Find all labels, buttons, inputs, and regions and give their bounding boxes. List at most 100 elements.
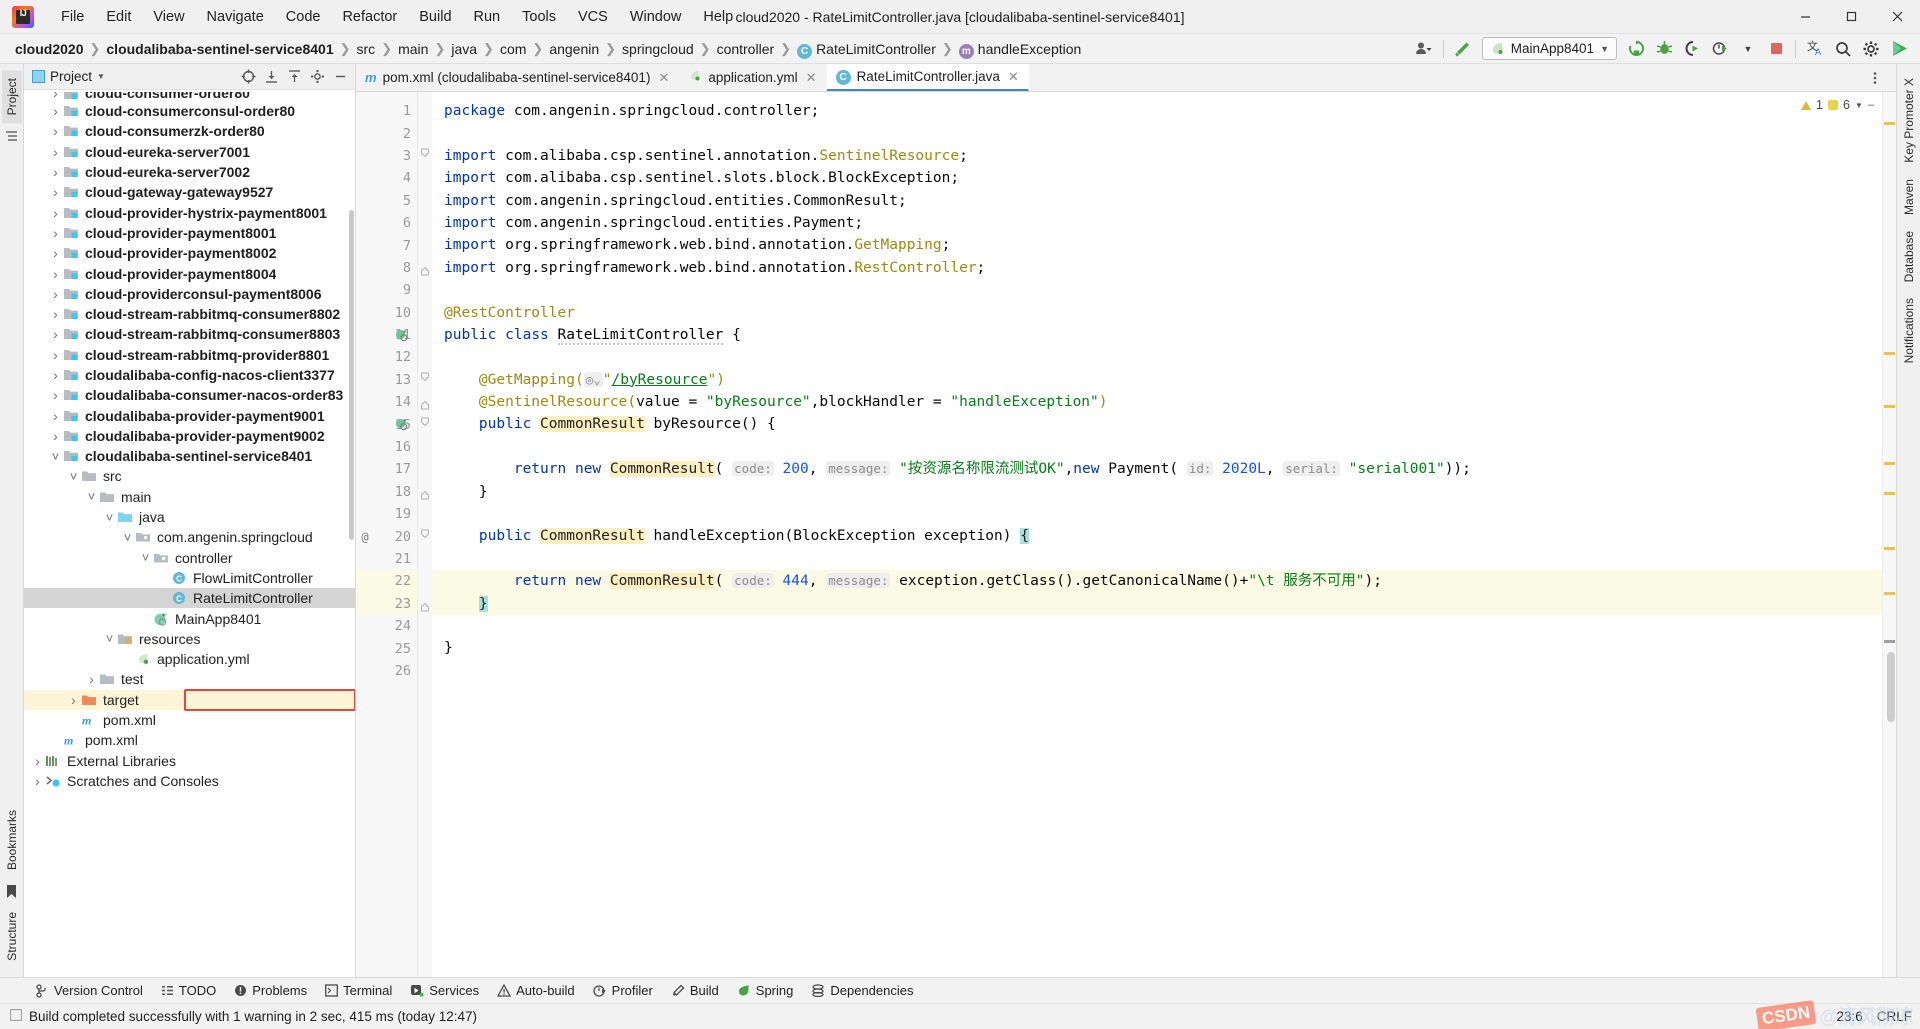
project-tree[interactable]: › cloud-consumer-order80 › cloud-consumerco…	[24, 90, 355, 977]
chevron-down-icon[interactable]: ˅	[84, 489, 99, 504]
run-with-coverage-icon[interactable]	[1679, 37, 1705, 61]
gutter-line-number[interactable]: 8	[356, 257, 417, 279]
code-line[interactable]	[432, 548, 1882, 570]
chevron-right-icon[interactable]: ›	[48, 164, 63, 180]
user-icon[interactable]	[1411, 37, 1437, 61]
breadcrumb-item-cloud2020[interactable]: cloud2020	[10, 40, 88, 58]
tree-row[interactable]: › cloudalibaba-config-nacos-client3377	[24, 365, 355, 385]
code-line[interactable]: }	[432, 481, 1882, 503]
chevron-down-icon[interactable]: ▼	[97, 72, 105, 81]
chevron-right-icon[interactable]: ›	[48, 367, 63, 383]
chevron-right-icon[interactable]: ›	[48, 387, 63, 403]
code-line[interactable]: import com.alibaba.csp.sentinel.slots.bl…	[432, 167, 1882, 189]
toolwindow-services[interactable]: Services	[402, 980, 487, 1001]
breadcrumb-item-class[interactable]: C RateLimitController	[792, 40, 941, 59]
tree-row[interactable]: ˅ cloudalibaba-sentinel-service8401	[24, 446, 355, 466]
code-line[interactable]: public CommonResult byResource() {	[432, 413, 1882, 435]
gutter-line-number[interactable]: 12	[356, 346, 417, 368]
menu-help[interactable]: Help	[692, 5, 744, 29]
tree-row[interactable]: m pom.xml	[24, 730, 355, 750]
menu-file[interactable]: File	[50, 5, 95, 29]
breadcrumb-item-controller[interactable]: controller	[712, 40, 780, 58]
chevron-down-icon[interactable]: ▼	[1735, 37, 1761, 61]
gutter-line-number[interactable]: 26	[356, 660, 417, 682]
chevron-down-icon[interactable]: ˅	[102, 510, 117, 525]
chevron-right-icon[interactable]: ›	[48, 408, 63, 424]
caret-position[interactable]: 23:6	[1836, 1009, 1862, 1024]
fold-marker[interactable]	[418, 391, 432, 413]
breadcrumb-item-method[interactable]: m handleException	[954, 40, 1087, 59]
tree-row[interactable]: MainApp8401	[24, 608, 355, 628]
code-line[interactable]: @GetMapping(◎⌄ "/byResource")	[432, 369, 1882, 391]
marker-scrollbar-thumb[interactable]	[1887, 652, 1895, 722]
sidebar-item-key-promoter-x[interactable]: Key Promoter X	[1899, 70, 1919, 171]
chevron-right-icon[interactable]: ›	[48, 428, 63, 444]
tree-row[interactable]: application.yml	[24, 649, 355, 669]
code-line[interactable]	[432, 503, 1882, 525]
annotation-gutter-icon[interactable]: @	[358, 530, 372, 544]
tree-row[interactable]: › cloud-providerconsul-payment8006	[24, 284, 355, 304]
gutter-line-number[interactable]: 7	[356, 234, 417, 256]
expand-all-icon[interactable]	[260, 66, 282, 88]
sidebar-item-bookmarks[interactable]: Bookmarks	[2, 802, 22, 878]
tree-row[interactable]: ˅ controller	[24, 548, 355, 568]
tree-row[interactable]: › cloud-stream-rabbitmq-consumer8803	[24, 324, 355, 344]
tree-row[interactable]: › cloud-provider-payment8001	[24, 223, 355, 243]
tree-row[interactable]: › cloudalibaba-provider-payment9001	[24, 405, 355, 425]
gutter-line-number[interactable]: 19	[356, 503, 417, 525]
gutter-line-number[interactable]: 14	[356, 391, 417, 413]
project-panel-title-group[interactable]: Project ▼	[28, 69, 105, 84]
breadcrumb-item-java[interactable]: java	[446, 40, 482, 58]
gutter-line-number[interactable]: 21	[356, 548, 417, 570]
gutter-line-number[interactable]: 3	[356, 145, 417, 167]
menu-tools[interactable]: Tools	[511, 5, 567, 29]
tree-row[interactable]: ˅ java	[24, 507, 355, 527]
chevron-down-icon[interactable]: ˅	[138, 550, 153, 565]
run-gutter-icon[interactable]	[394, 418, 408, 431]
code-line[interactable]	[432, 122, 1882, 144]
close-icon[interactable]: ✕	[1008, 69, 1019, 85]
tree-row[interactable]: › Scratches and Consoles	[24, 771, 355, 791]
tree-row[interactable]: › cloudalibaba-consumer-nacos-order83	[24, 385, 355, 405]
play-green-icon[interactable]	[1886, 37, 1912, 61]
code-line[interactable]: import org.springframework.web.bind.anno…	[432, 257, 1882, 279]
menu-view[interactable]: View	[142, 5, 195, 29]
chevron-down-icon[interactable]: ▼	[1855, 101, 1863, 110]
profile-icon[interactable]	[1707, 37, 1733, 61]
sidebar-item-notifications[interactable]: Notifications	[1899, 290, 1919, 371]
chevron-right-icon[interactable]: ›	[48, 225, 63, 241]
tree-row[interactable]: › cloud-consumerzk-order80	[24, 121, 355, 141]
code-line[interactable]: import com.alibaba.csp.sentinel.annotati…	[432, 145, 1882, 167]
tree-row[interactable]: › cloud-stream-rabbitmq-provider8801	[24, 345, 355, 365]
chevron-right-icon[interactable]: ›	[48, 306, 63, 322]
menu-navigate[interactable]: Navigate	[196, 5, 275, 29]
code-editor[interactable]: 1234567891011121314151617181920@21222324…	[356, 92, 1896, 977]
chevron-right-icon[interactable]: ›	[48, 123, 63, 139]
code-line[interactable]: return new CommonResult( code: 444, mess…	[432, 570, 1882, 593]
editor-marker-bar[interactable]	[1882, 92, 1896, 977]
code-line[interactable]	[432, 279, 1882, 301]
rerun-icon[interactable]	[1623, 37, 1649, 61]
sidebar-item-database[interactable]: Database	[1899, 223, 1919, 290]
more-options-icon[interactable]	[1862, 66, 1888, 90]
hide-icon[interactable]	[329, 66, 351, 88]
tree-row[interactable]: › cloud-consumer-order80	[24, 92, 355, 101]
close-icon[interactable]: ✕	[658, 70, 669, 86]
gutter-line-number[interactable]: 1	[356, 100, 417, 122]
tree-scrollbar-thumb[interactable]	[349, 210, 354, 540]
close-icon[interactable]: ✕	[806, 70, 817, 86]
toolwindow-problems[interactable]: Problems	[226, 980, 315, 1001]
tree-row[interactable]: C FlowLimitController	[24, 568, 355, 588]
close-button[interactable]	[1874, 0, 1920, 34]
gutter-line-number[interactable]: 5	[356, 190, 417, 212]
tree-row[interactable]: C RateLimitController	[24, 588, 355, 609]
gutter-line-number[interactable]: 23	[356, 592, 417, 615]
breadcrumb-item-springcloud[interactable]: springcloud	[617, 40, 699, 58]
tree-row[interactable]: › cloud-eureka-server7001	[24, 142, 355, 162]
editor-tab-pom[interactable]: m pom.xml (cloudalibaba-sentinel-service…	[356, 64, 679, 91]
tree-row[interactable]: › test	[24, 669, 355, 689]
menu-refactor[interactable]: Refactor	[331, 5, 408, 29]
chevron-right-icon[interactable]: ›	[66, 692, 81, 708]
fold-marker[interactable]	[418, 369, 432, 391]
breadcrumb-item-angenin[interactable]: angenin	[544, 40, 604, 58]
